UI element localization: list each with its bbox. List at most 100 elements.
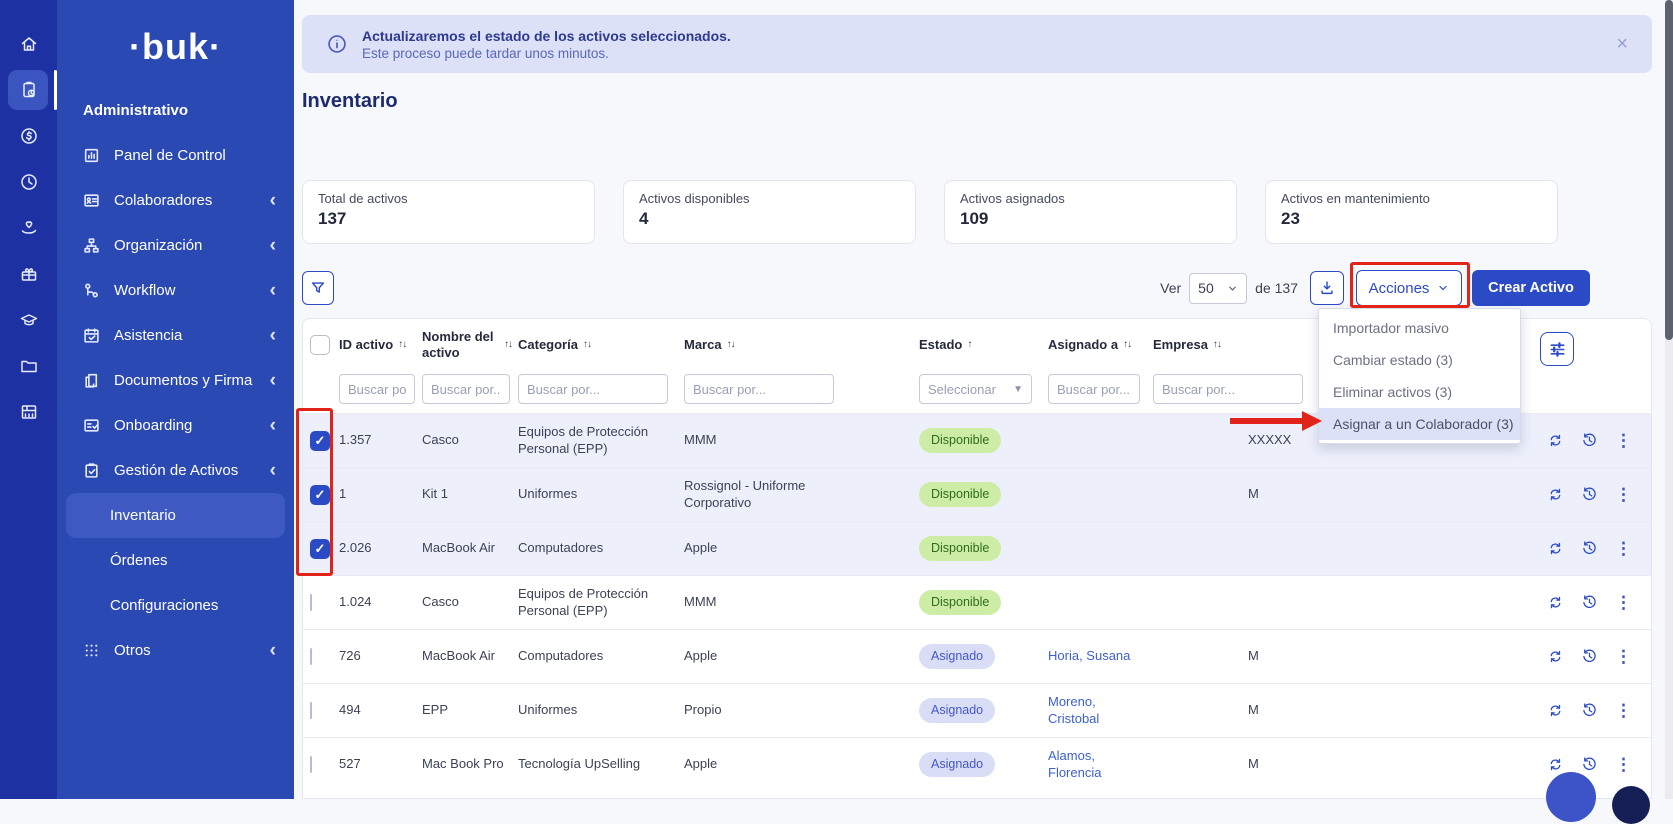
- sidebar-item-gesti-n-de-activos[interactable]: Gestión de Activos ‹: [57, 448, 294, 493]
- table-row[interactable]: ✓ 2.026 MacBook Air Computadores Apple D…: [303, 521, 1651, 575]
- actions-button[interactable]: Acciones: [1356, 270, 1462, 306]
- sidebar-subitem--rdenes[interactable]: Órdenes: [66, 538, 285, 583]
- rail-item-hand-heart-icon[interactable]: [0, 205, 57, 251]
- menu-item-eliminar-activos-3-[interactable]: Eliminar activos (3): [1319, 376, 1520, 408]
- history-icon[interactable]: [1581, 594, 1598, 611]
- menu-item-importador-masivo[interactable]: Importador masivo: [1319, 312, 1520, 344]
- sidebar-item-onboarding[interactable]: Onboarding ‹: [57, 403, 294, 448]
- stat-label: Total de activos: [318, 191, 579, 206]
- sidebar-item-otros[interactable]: Otros ‹: [57, 628, 294, 673]
- rail-item-clock-icon[interactable]: [0, 159, 57, 205]
- cell-nombre: MacBook Air: [422, 540, 518, 557]
- cell-empresa: M: [1153, 648, 1531, 665]
- kebab-menu-icon[interactable]: ⋮: [1615, 432, 1632, 449]
- row-checkbox[interactable]: [310, 594, 312, 611]
- sync-icon[interactable]: [1547, 540, 1564, 557]
- sort-icon[interactable]: ↑↓: [1213, 339, 1221, 352]
- column-header-marca[interactable]: Marca↑↓: [684, 337, 919, 353]
- kebab-menu-icon[interactable]: ⋮: [1615, 594, 1632, 611]
- sync-icon[interactable]: [1547, 432, 1564, 449]
- sidebar-item-panel-de-control[interactable]: Panel de Control: [57, 133, 294, 178]
- sort-icon[interactable]: ↑↓: [398, 339, 406, 352]
- sort-icon[interactable]: ↑↓: [1123, 339, 1131, 352]
- sort-icon[interactable]: ↑: [967, 339, 971, 352]
- sync-icon[interactable]: [1547, 594, 1564, 611]
- assigned-person-link[interactable]: Alamos, Florencia: [1048, 748, 1101, 780]
- history-icon[interactable]: [1581, 432, 1598, 449]
- menu-item-cambiar-estado-3-[interactable]: Cambiar estado (3): [1319, 344, 1520, 376]
- cell-estado: Asignado: [919, 698, 1048, 722]
- table-row[interactable]: 494 EPP Uniformes Propio Asignado Moreno…: [303, 683, 1651, 737]
- sync-icon[interactable]: [1547, 756, 1564, 773]
- sort-icon[interactable]: ↑↓: [583, 339, 591, 352]
- row-checkbox[interactable]: [310, 756, 312, 773]
- column-header-categoria[interactable]: Categoría↑↓: [518, 337, 684, 353]
- filter-select-estado[interactable]: Seleccionar▼: [919, 374, 1032, 404]
- kebab-menu-icon[interactable]: ⋮: [1615, 756, 1632, 773]
- row-checkbox[interactable]: ✓: [310, 431, 330, 451]
- floating-help-button[interactable]: [1612, 786, 1650, 824]
- scrollbar-track[interactable]: [1665, 0, 1673, 799]
- table-row[interactable]: 527 Mac Book Pro Tecnología UpSelling Ap…: [303, 737, 1651, 791]
- download-button[interactable]: [1310, 271, 1344, 305]
- sidebar-item-organizaci-n[interactable]: Organización ‹: [57, 223, 294, 268]
- assigned-person-link[interactable]: Horia, Susana: [1048, 648, 1130, 663]
- column-header-id[interactable]: ID activo↑↓: [339, 337, 422, 353]
- history-icon[interactable]: [1581, 702, 1598, 719]
- column-header-asignado[interactable]: Asignado a↑↓: [1048, 337, 1153, 353]
- filter-button[interactable]: [302, 271, 334, 305]
- filter-input-nombre[interactable]: [422, 374, 510, 404]
- sidebar-item-documentos-y-firma[interactable]: Documentos y Firma ‹: [57, 358, 294, 403]
- history-icon[interactable]: [1581, 540, 1598, 557]
- column-header-estado[interactable]: Estado↑: [919, 337, 1048, 353]
- select-all-checkbox[interactable]: [310, 335, 330, 355]
- sidebar-subitem-inventario[interactable]: Inventario: [66, 493, 285, 538]
- create-asset-button[interactable]: Crear Activo: [1472, 270, 1590, 306]
- table-row[interactable]: 726 MacBook Air Computadores Apple Asign…: [303, 629, 1651, 683]
- sidebar-item-colaboradores[interactable]: Colaboradores ‹: [57, 178, 294, 223]
- sort-icon[interactable]: ↑↓: [504, 339, 512, 352]
- kebab-menu-icon[interactable]: ⋮: [1615, 540, 1632, 557]
- filter-input-empresa[interactable]: [1153, 374, 1303, 404]
- rail-item-money-icon[interactable]: [0, 113, 57, 159]
- sort-icon[interactable]: ↑↓: [727, 339, 735, 352]
- table-row[interactable]: ✓ 1 Kit 1 Uniformes Rossignol - Uniforme…: [303, 467, 1651, 521]
- filter-input-marca[interactable]: [684, 374, 834, 404]
- kebab-menu-icon[interactable]: ⋮: [1615, 486, 1632, 503]
- row-checkbox[interactable]: ✓: [310, 485, 330, 505]
- history-icon[interactable]: [1581, 486, 1598, 503]
- sidebar-subitem-configuraciones[interactable]: Configuraciones: [66, 583, 285, 628]
- rail-item-folder-icon[interactable]: [0, 343, 57, 389]
- filter-input-asignado[interactable]: [1048, 374, 1140, 404]
- rail-item-home-icon[interactable]: [0, 21, 57, 67]
- column-header-nombre[interactable]: Nombre del activo↑↓: [422, 329, 518, 362]
- page-size-select[interactable]: 50: [1189, 273, 1247, 304]
- close-icon[interactable]: ×: [1616, 34, 1628, 54]
- rail-item-gift-icon[interactable]: [0, 251, 57, 297]
- column-settings-button[interactable]: [1540, 332, 1574, 366]
- row-checkbox[interactable]: [310, 648, 312, 665]
- table-row[interactable]: 1.024 Casco Equipos de Protección Person…: [303, 575, 1651, 629]
- row-checkbox[interactable]: [310, 702, 312, 719]
- sidebar-item-asistencia[interactable]: Asistencia ‹: [57, 313, 294, 358]
- kebab-menu-icon[interactable]: ⋮: [1615, 702, 1632, 719]
- kebab-menu-icon[interactable]: ⋮: [1615, 648, 1632, 665]
- menu-item-asignar-a-un-colaborador-3-[interactable]: Asignar a un Colaborador (3): [1319, 408, 1520, 440]
- rail-item-archive-icon[interactable]: [0, 389, 57, 435]
- scrollbar-thumb[interactable]: [1665, 0, 1673, 340]
- actions-dropdown-menu: Importador masivo Cambiar estado (3) Eli…: [1318, 308, 1521, 444]
- row-checkbox[interactable]: ✓: [310, 539, 330, 559]
- filter-input-categoria[interactable]: [518, 374, 668, 404]
- sync-icon[interactable]: [1547, 648, 1564, 665]
- assigned-person-link[interactable]: Moreno, Cristobal: [1048, 694, 1099, 726]
- filter-input-id[interactable]: [339, 374, 415, 404]
- row-actions: ⋮: [1531, 594, 1651, 611]
- sync-icon[interactable]: [1547, 702, 1564, 719]
- rail-item-assets-clipboard-icon[interactable]: [0, 67, 57, 113]
- floating-action-button[interactable]: [1546, 772, 1596, 822]
- rail-item-education-icon[interactable]: [0, 297, 57, 343]
- history-icon[interactable]: [1581, 648, 1598, 665]
- history-icon[interactable]: [1581, 756, 1598, 773]
- sync-icon[interactable]: [1547, 486, 1564, 503]
- sidebar-item-workflow[interactable]: Workflow ‹: [57, 268, 294, 313]
